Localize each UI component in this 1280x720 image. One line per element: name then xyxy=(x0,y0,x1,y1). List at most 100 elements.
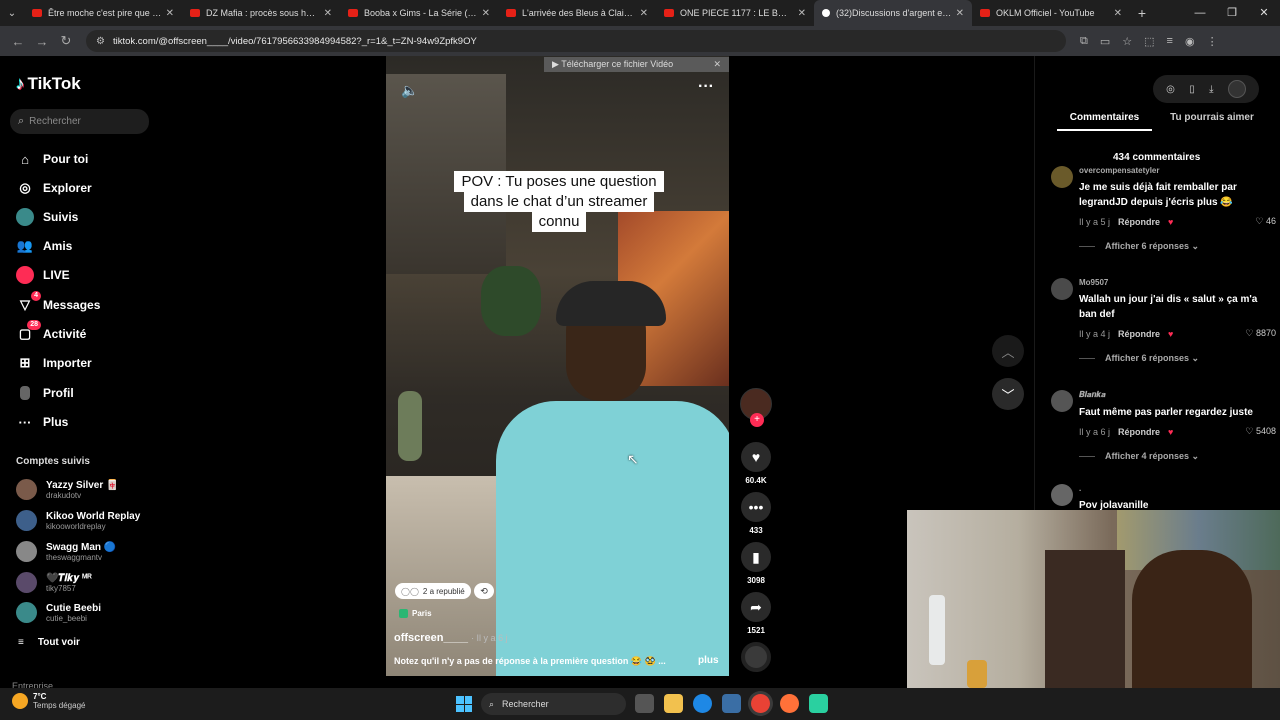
sidebar-item-messages[interactable]: ▽ 4 Messages xyxy=(16,291,100,314)
previous-video-button[interactable]: ︿ xyxy=(992,335,1024,367)
volume-icon[interactable]: 🔈 xyxy=(401,82,418,99)
more-options-icon[interactable]: ··· xyxy=(698,78,714,96)
sidebar-item-live[interactable]: LIVE xyxy=(16,266,70,284)
followed-accounts-title: Comptes suivis xyxy=(16,456,90,467)
close-tab-icon[interactable]: ✕ xyxy=(798,8,806,19)
see-all-button[interactable]: ≡ Tout voir xyxy=(18,637,80,648)
user-avatar[interactable] xyxy=(1227,80,1246,98)
reply-button[interactable]: Répondre xyxy=(1118,217,1160,227)
file-explorer-icon[interactable] xyxy=(664,694,683,713)
weather-widget[interactable]: 7°C Temps dégagé xyxy=(12,692,85,710)
taskbar-search-input[interactable]: ⌕ Rechercher xyxy=(481,693,626,715)
sidebar-item-pour-toi[interactable]: ⌂ Pour toi xyxy=(16,150,88,168)
tab-comments[interactable]: Commentaires xyxy=(1057,112,1152,131)
tab-search-icon[interactable]: ⌄ xyxy=(0,8,24,19)
location-tag[interactable]: Paris xyxy=(399,609,432,618)
download-video-banner[interactable]: ▶ Télécharger ce fichier Vidéo ✕ xyxy=(544,57,729,72)
close-window-icon[interactable]: ✕ xyxy=(1248,0,1280,26)
comment-like-button[interactable]: ♡ 8870 xyxy=(1245,328,1276,339)
followed-account[interactable]: Cutie Beebi cutie_beebi xyxy=(16,602,101,623)
close-tab-icon[interactable]: ✕ xyxy=(482,8,490,19)
list-icon: ≡ xyxy=(18,637,24,648)
share-button[interactable]: ➦ xyxy=(741,592,771,622)
reply-button[interactable]: Répondre xyxy=(1118,329,1160,339)
repost-label[interactable]: ◯◯ 2 a republié xyxy=(395,583,471,599)
minimize-icon[interactable]: — xyxy=(1184,0,1216,26)
avatar[interactable] xyxy=(1051,278,1073,300)
forward-icon[interactable]: → xyxy=(30,34,54,49)
save-button[interactable]: ▮ xyxy=(741,542,771,572)
compass-icon[interactable]: ◎ xyxy=(1166,84,1175,95)
next-video-button[interactable]: ﹀ xyxy=(992,378,1024,410)
close-tab-icon[interactable]: ✕ xyxy=(1114,8,1122,19)
sidebar-item-importer[interactable]: ⊞ Importer xyxy=(16,354,92,372)
close-tab-icon[interactable]: ✕ xyxy=(324,8,332,19)
show-replies-button[interactable]: Afficher 6 réponses ⌄ xyxy=(1079,353,1276,364)
followed-account[interactable]: Yazzy Silver 🀄 drakudotv xyxy=(16,479,119,500)
reload-icon[interactable]: ↻ xyxy=(54,33,78,49)
extensions-icon[interactable]: ⬚ xyxy=(1144,35,1154,48)
like-button[interactable]: ♥ xyxy=(741,442,771,472)
phone-icon[interactable]: ▯ xyxy=(1189,84,1195,95)
browser-tab[interactable]: Être moche c'est pire que de m ✕ xyxy=(24,0,182,26)
browser-tab[interactable]: DZ Mafia : procès sous haute te✕ xyxy=(182,0,340,26)
firefox-icon[interactable] xyxy=(780,694,799,713)
avatar[interactable] xyxy=(1051,166,1073,188)
new-tab-icon[interactable]: + xyxy=(1130,5,1154,21)
close-icon[interactable]: ✕ xyxy=(713,59,721,70)
comment-button[interactable]: ••• xyxy=(741,492,771,522)
profile-avatar-icon[interactable]: ◉ xyxy=(1185,35,1195,48)
sidebar-item-explorer[interactable]: ◎ Explorer xyxy=(16,179,91,197)
show-replies-button[interactable]: Afficher 6 réponses ⌄ xyxy=(1079,241,1276,252)
maximize-icon[interactable]: ❐ xyxy=(1216,0,1248,26)
close-tab-icon[interactable]: ✕ xyxy=(640,8,648,19)
windows-start-icon[interactable] xyxy=(456,696,472,712)
sidebar-item-amis[interactable]: 👥 Amis xyxy=(16,237,72,255)
tab-you-may-like[interactable]: Tu pourrais aimer xyxy=(1152,112,1272,131)
webcam-jar xyxy=(967,660,987,688)
show-replies-button[interactable]: Afficher 4 réponses ⌄ xyxy=(1079,451,1276,462)
close-tab-icon[interactable]: ✕ xyxy=(956,8,964,19)
search-input[interactable]: ⌕ Rechercher xyxy=(10,109,149,134)
sidebar-item-activite[interactable]: ▢ 28 Activité xyxy=(16,320,86,343)
browser-tab[interactable]: OKLM Officiel - YouTube ✕ xyxy=(972,0,1130,26)
sidebar-item-plus[interactable]: ··· Plus xyxy=(16,413,69,431)
cast-icon[interactable]: ▭ xyxy=(1100,35,1110,48)
music-disc-icon[interactable] xyxy=(741,642,771,672)
video-author[interactable]: offscreen____ · Il y a 6 j xyxy=(394,632,508,644)
close-tab-icon[interactable]: ✕ xyxy=(166,8,174,19)
avatar[interactable] xyxy=(1051,484,1073,506)
followed-account[interactable]: 🖤𝑻𝒊𝒌𝒚 ᴹᴿ tiky7857 xyxy=(16,572,92,593)
tiktok-logo[interactable]: ♪ TikTok xyxy=(16,74,81,94)
browser-tab[interactable]: Booba x Gims - La Série (Audio✕ xyxy=(340,0,498,26)
browser-tab[interactable]: ONE PIECE 1177 : LE BORDEL✕ xyxy=(656,0,814,26)
browser-tab-active[interactable]: (32)Discussions d'argent et inte ✕ xyxy=(814,0,972,26)
download-icon[interactable]: ⤓ xyxy=(1209,84,1213,95)
creator-avatar[interactable]: + xyxy=(740,388,772,427)
description-more-button[interactable]: plus xyxy=(698,655,719,666)
followed-account[interactable]: Kikoo World Replay kikooworldreplay xyxy=(16,510,140,531)
edge-icon[interactable] xyxy=(693,694,712,713)
task-view-icon[interactable] xyxy=(635,694,654,713)
followed-account[interactable]: Swagg Man 🔵 theswaggmantv xyxy=(16,541,116,562)
reply-button[interactable]: Répondre xyxy=(1118,427,1160,437)
browser-menu-icon[interactable]: ⋮ xyxy=(1207,35,1218,48)
browser-tab[interactable]: L'arrivée des Bleus à Clairefonta✕ xyxy=(498,0,656,26)
bookmark-star-icon[interactable]: ☆ xyxy=(1122,35,1132,48)
app-icon[interactable] xyxy=(809,694,828,713)
follow-plus-icon[interactable]: + xyxy=(750,413,764,427)
taskbar-apps xyxy=(635,694,828,713)
chrome-icon[interactable] xyxy=(751,694,770,713)
avatar[interactable] xyxy=(1051,390,1073,412)
translate-icon[interactable]: ⧉ xyxy=(1080,35,1088,48)
comment-like-button[interactable]: ♡ 5408 xyxy=(1245,426,1276,437)
sidebar-item-suivis[interactable]: Suivis xyxy=(16,208,78,226)
repost-icon[interactable]: ⟲ xyxy=(474,583,494,599)
back-icon[interactable]: ← xyxy=(6,34,30,49)
sidebar-item-profil[interactable]: Profil xyxy=(16,384,74,402)
store-icon[interactable] xyxy=(722,694,741,713)
media-icon[interactable]: ≡ xyxy=(1167,35,1173,48)
comment-like-button[interactable]: ♡ 46 xyxy=(1255,216,1276,227)
site-info-icon[interactable]: ⚙ xyxy=(96,36,105,47)
url-input[interactable]: ⚙ tiktok.com/@offscreen____/video/761795… xyxy=(86,30,1066,52)
